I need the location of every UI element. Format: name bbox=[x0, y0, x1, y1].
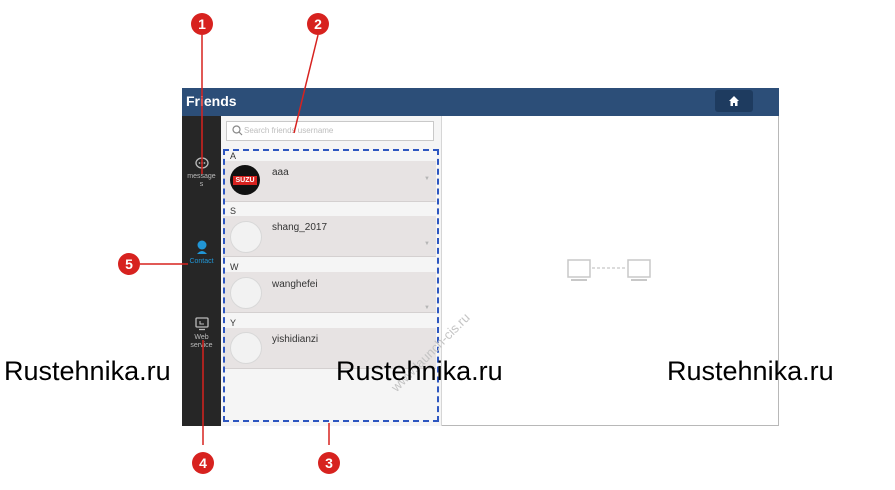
callout-marker-5: 5 bbox=[118, 253, 140, 275]
watermark-text: Rustehnika.ru bbox=[4, 356, 171, 386]
callout-marker-1: 1 bbox=[191, 13, 213, 35]
callout-marker-2: 2 bbox=[307, 13, 329, 35]
callout-marker-3: 3 bbox=[318, 452, 340, 474]
callout-lines bbox=[140, 34, 330, 445]
callout-marker-4: 4 bbox=[192, 452, 214, 474]
watermark-text: Rustehnika.ru bbox=[336, 356, 503, 386]
watermark-text: Rustehnika.ru bbox=[667, 356, 834, 386]
